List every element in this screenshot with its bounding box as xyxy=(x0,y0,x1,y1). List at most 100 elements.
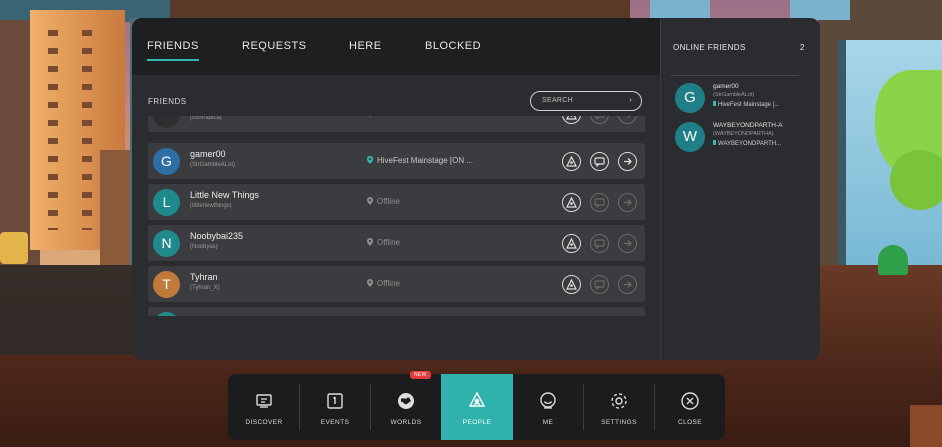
friend-row[interactable]: N Noobybai235 (Noobyas) Offline xyxy=(148,225,645,261)
friend-name: Tyhran xyxy=(190,272,218,282)
tab-friends[interactable]: FRIENDS xyxy=(147,40,199,61)
dock-label: SETTINGS xyxy=(601,419,637,426)
friends-section-label: FRIENDS xyxy=(148,97,187,106)
search-placeholder: SEARCH xyxy=(542,97,573,104)
gear-icon xyxy=(607,389,631,413)
tree xyxy=(890,150,942,210)
friend-name: gamer00 xyxy=(190,149,226,159)
location-pin-icon xyxy=(367,116,373,117)
dock-people-button[interactable]: PEOPLE xyxy=(441,374,513,440)
location-text: WAYBEYONDPARTH... xyxy=(718,141,782,147)
friend-location: Offline xyxy=(367,197,400,206)
message-icon[interactable] xyxy=(590,234,609,253)
location-text: Offline xyxy=(377,116,400,118)
friend-location: Offline xyxy=(367,238,400,247)
tab-here[interactable]: HERE xyxy=(349,40,382,52)
online-friends-panel: ONLINE FRIENDS 2 Ggamer00 (StrGambleALot)… xyxy=(660,18,820,360)
chair xyxy=(910,405,942,447)
join-arrow-icon[interactable] xyxy=(618,275,637,294)
friend-handle: (Noobyas) xyxy=(190,244,218,250)
divider xyxy=(671,75,799,76)
dock-worlds-button[interactable]: WORLDS NEW xyxy=(370,371,442,440)
online-friend-location: WAYBEYONDPARTH... xyxy=(713,140,781,147)
location-text: HiveFest Mainstage [ON ... xyxy=(377,156,474,165)
join-arrow-icon[interactable] xyxy=(618,116,637,124)
dock-divider xyxy=(370,384,371,430)
report-icon[interactable] xyxy=(562,116,581,124)
dock-label: PEOPLE xyxy=(462,419,492,426)
friend-row[interactable]: Ggamer00 (StrGambleALot) HiveFest Mainstag… xyxy=(148,143,645,179)
dock-discover-button[interactable]: DISCOVER xyxy=(228,374,300,440)
new-badge: NEW xyxy=(410,371,431,379)
location-pin-icon xyxy=(367,197,373,205)
friends-list[interactable]: comradica(comradica)OfflineGgamer00(StrG… xyxy=(148,116,645,316)
search-caret-icon: › xyxy=(629,97,632,104)
report-icon[interactable] xyxy=(562,193,581,212)
dock-close-button[interactable]: CLOSE xyxy=(654,374,726,440)
friend-row[interactable]: comradica(comradica)Offline xyxy=(148,116,645,132)
friend-handle: (littlenewthings) xyxy=(190,203,232,209)
message-icon[interactable] xyxy=(590,193,609,212)
tab-requests[interactable]: REQUESTS xyxy=(242,40,307,52)
dock-label: ME xyxy=(542,419,554,426)
bush xyxy=(878,245,908,275)
bottom-dock: DISCOVER EVENTS WORLDS NEW PEOPLE ME SETTINGS C… xyxy=(228,371,726,440)
location-text: HiveFest Mainstage [... xyxy=(718,102,780,108)
friend-row[interactable] xyxy=(148,307,645,316)
location-text: Offline xyxy=(377,197,400,206)
close-icon xyxy=(678,389,702,413)
online-friends-title: ONLINE FRIENDS xyxy=(673,43,746,52)
online-friend-location: HiveFest Mainstage [... xyxy=(713,101,779,108)
location-text: Offline xyxy=(377,238,400,247)
friend-row[interactable]: L Little New Things (littlenewthings) Offli… xyxy=(148,184,645,220)
avatar xyxy=(153,312,180,316)
online-friend-handle: (WAYBEYONDPARTHA) xyxy=(713,131,774,137)
online-friend-item[interactable]: Ggamer00 (StrGambleALot) HiveFest Mainstag… xyxy=(673,81,813,121)
people-panel: FRIENDS REQUESTS HERE BLOCKED FRIENDS SE… xyxy=(132,18,820,360)
dock-divider xyxy=(654,384,655,430)
avatar: G xyxy=(675,83,705,113)
report-icon[interactable] xyxy=(562,275,581,294)
avatar: G xyxy=(153,148,180,175)
location-text: Offline xyxy=(377,279,400,288)
friend-row[interactable]: T Tyhran (Tyhran_X) Offline xyxy=(148,266,645,302)
location-pin-icon xyxy=(367,156,373,164)
ceiling-beam xyxy=(170,0,630,18)
search-input[interactable]: SEARCH › xyxy=(530,91,642,111)
location-pin-icon xyxy=(367,279,373,287)
avatar: L xyxy=(153,189,180,216)
avatar xyxy=(153,116,180,128)
friend-name: Little New Things xyxy=(190,190,259,200)
friend-handle: (comradica) xyxy=(190,116,222,121)
dock-me-button[interactable]: ME xyxy=(512,374,584,440)
report-icon[interactable] xyxy=(562,152,581,171)
message-icon[interactable] xyxy=(590,152,609,171)
location-pin-icon xyxy=(367,238,373,246)
online-friend-handle: (StrGambleALot) xyxy=(713,92,755,98)
globe-icon xyxy=(394,389,418,413)
tab-blocked[interactable]: BLOCKED xyxy=(425,40,481,52)
calendar-icon xyxy=(323,389,347,413)
tabs-bar: FRIENDS REQUESTS HERE BLOCKED xyxy=(132,18,660,75)
dock-events-button[interactable]: EVENTS xyxy=(299,374,371,440)
window xyxy=(790,0,850,20)
join-arrow-icon[interactable] xyxy=(618,193,637,212)
avatar-icon xyxy=(536,389,560,413)
location-pin-icon xyxy=(713,101,716,106)
avatar: T xyxy=(153,271,180,298)
friend-location: Offline xyxy=(367,279,400,288)
join-arrow-icon[interactable] xyxy=(618,152,637,171)
dock-divider xyxy=(299,384,300,430)
dock-label: WORLDS xyxy=(390,419,422,426)
online-friend-item[interactable]: W WAYBEYONDPARTH-A (WAYBEYONDPARTHA) WAYBEY… xyxy=(673,120,813,160)
friend-location[interactable]: HiveFest Mainstage [ON ... xyxy=(367,156,473,165)
join-arrow-icon[interactable] xyxy=(618,234,637,253)
friend-location: Offline xyxy=(367,116,400,118)
message-icon[interactable] xyxy=(590,275,609,294)
message-icon[interactable] xyxy=(590,116,609,124)
dock-settings-button[interactable]: SETTINGS xyxy=(583,374,655,440)
report-icon[interactable] xyxy=(562,234,581,253)
dock-label: DISCOVER xyxy=(245,419,283,426)
friend-handle: (Tyhran_X) xyxy=(190,285,220,291)
discover-icon xyxy=(252,389,276,413)
